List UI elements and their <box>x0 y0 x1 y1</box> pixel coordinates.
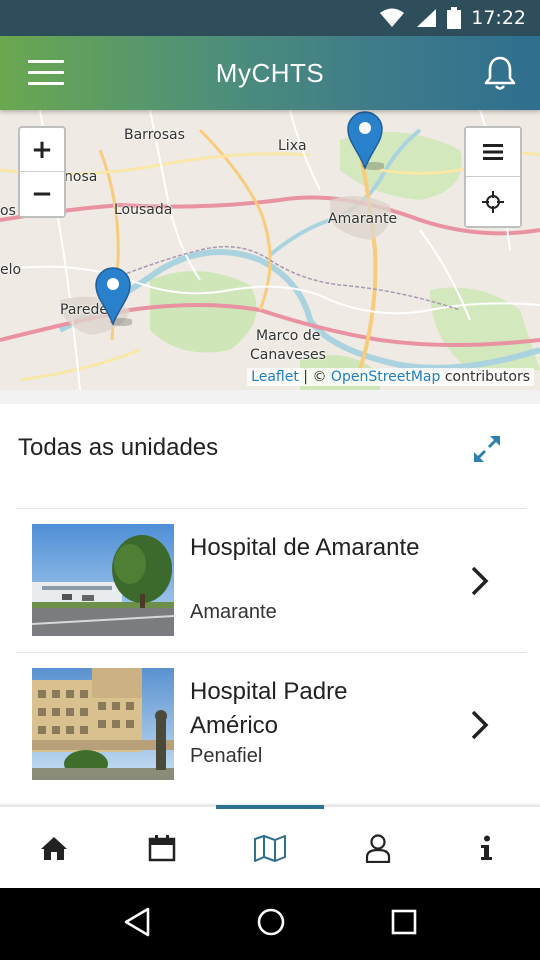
recents-button[interactable] <box>391 909 417 940</box>
units-card: Todas as unidades Hospital de Amarante A… <box>0 404 540 804</box>
map-label: Amarante <box>328 211 398 227</box>
app-title: MyCHTS <box>215 57 325 88</box>
list-item[interactable]: Hospital Padre Américo Penafiel <box>16 652 526 796</box>
map-label: elo <box>0 262 22 278</box>
notifications-button[interactable] <box>482 54 518 92</box>
zoom-out-button[interactable]: − <box>20 172 64 216</box>
chevron-right-icon <box>471 566 489 596</box>
zoom-control: + − <box>18 126 66 218</box>
nav-home[interactable] <box>0 807 108 888</box>
list-icon <box>483 144 503 160</box>
map-label: Lousada <box>114 202 173 218</box>
crosshair-icon <box>482 190 504 213</box>
app-header: MyCHTS <box>0 36 540 110</box>
leaflet-link[interactable]: Leaflet <box>251 369 299 385</box>
clock: 17:22 <box>471 7 526 29</box>
map-icon <box>254 834 286 862</box>
bottom-nav <box>0 805 540 888</box>
hospital-name: Hospital Padre Américo <box>190 678 348 739</box>
section-title: Todas as unidades <box>18 434 219 461</box>
back-button[interactable] <box>123 907 151 942</box>
hospital-name: Hospital de Amarante <box>190 534 420 561</box>
home-system-button[interactable] <box>256 907 286 942</box>
zoom-in-button[interactable]: + <box>20 128 64 172</box>
map-view[interactable]: Barrosas Lixa nosa os Freira Lousada Ama… <box>0 110 540 390</box>
layers-button[interactable] <box>466 128 520 177</box>
nav-profile[interactable] <box>324 807 432 888</box>
back-icon <box>124 907 149 936</box>
square-icon <box>392 909 417 934</box>
user-icon <box>365 833 391 863</box>
map-attribution: Leaflet | © OpenStreetMap contributors <box>247 368 534 386</box>
hospital-city: Amarante <box>190 601 277 623</box>
menu-icon-bar <box>28 60 64 63</box>
osm-link[interactable]: OpenStreetMap <box>331 369 440 385</box>
nav-info[interactable] <box>432 807 540 888</box>
nav-map[interactable] <box>216 805 324 888</box>
locate-button[interactable] <box>466 177 520 226</box>
expand-button[interactable] <box>472 434 502 464</box>
calendar-icon <box>148 834 176 861</box>
attribution-contributors: contributors <box>440 369 530 385</box>
nav-calendar[interactable] <box>108 807 216 888</box>
circle-icon <box>257 908 285 935</box>
signal-icon <box>417 9 437 27</box>
units-list: Hospital de Amarante Amarante Hospital P… <box>16 508 526 796</box>
map-label: nosa <box>64 169 98 185</box>
map-marker-penafiel[interactable] <box>94 266 134 327</box>
chevron-right-icon <box>471 710 489 740</box>
map-label: Marco de <box>256 328 321 344</box>
map-marker-amarante[interactable] <box>346 110 386 171</box>
status-bar: 17:22 <box>0 0 540 36</box>
bell-icon <box>484 56 516 90</box>
home-icon <box>41 836 67 860</box>
map-controls <box>464 126 522 228</box>
info-icon <box>481 835 492 860</box>
wifi-icon <box>380 8 405 27</box>
hospital-thumbnail <box>32 668 174 780</box>
system-nav-bar <box>0 888 540 960</box>
attribution-separator: | © <box>298 369 331 385</box>
battery-icon <box>447 7 462 29</box>
map-pin-icon <box>347 111 386 171</box>
map-label: Barrosas <box>124 127 185 143</box>
hospital-thumbnail <box>32 524 174 636</box>
map-label: Lixa <box>278 138 307 154</box>
map-label: Canaveses <box>250 347 326 363</box>
menu-icon-bar <box>28 82 64 85</box>
map-pin-icon <box>95 267 134 327</box>
menu-button[interactable] <box>28 60 64 86</box>
list-item[interactable]: Hospital de Amarante Amarante <box>16 508 526 652</box>
hospital-city: Penafiel <box>190 745 263 767</box>
expand-icon <box>474 436 500 462</box>
menu-icon-bar <box>28 71 64 74</box>
